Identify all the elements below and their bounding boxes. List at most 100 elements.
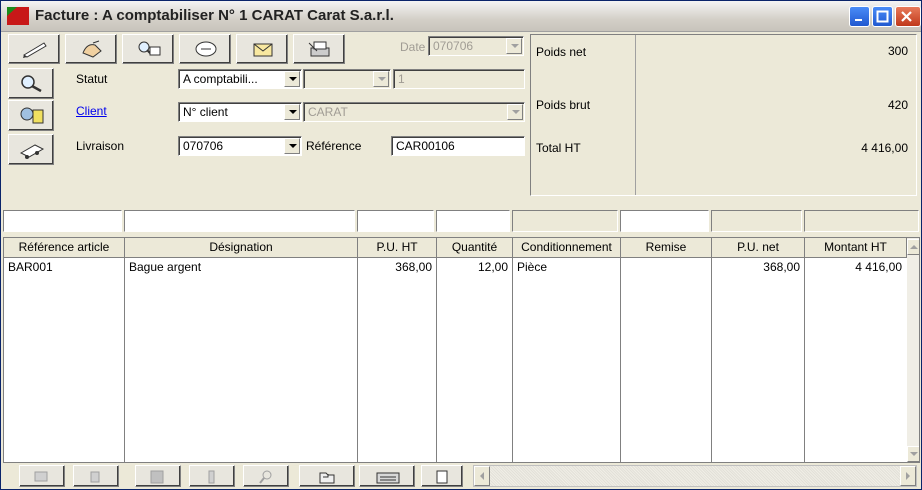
statut-search-button[interactable] (8, 68, 54, 99)
maximize-button[interactable] (872, 6, 893, 27)
column-divider (124, 258, 125, 462)
filter-pu-ht-input[interactable] (357, 210, 434, 232)
window-title: Facture : A comptabiliser N° 1 CARAT Car… (35, 7, 394, 24)
cell-pu-ht: 368,00 (395, 260, 432, 274)
livraison-select[interactable]: 070706 (178, 136, 302, 156)
scroll-right-button[interactable] (900, 466, 916, 486)
cell-conditionnement: Pièce (517, 260, 548, 274)
col-designation-header[interactable]: Désignation (125, 238, 358, 258)
chevron-left-icon (480, 472, 484, 480)
keyboard-icon (376, 472, 400, 484)
col-pu-net-header[interactable]: P.U. net (712, 238, 805, 258)
bottle-button[interactable] (189, 465, 235, 487)
keyboard-button[interactable] (359, 465, 415, 487)
new-document-icon (436, 470, 448, 484)
filter-montant-ht-input (804, 210, 919, 232)
chevron-down-icon[interactable] (284, 138, 300, 154)
vertical-scrollbar[interactable] (907, 238, 919, 462)
send-button[interactable] (236, 34, 288, 64)
app-flag-icon (7, 7, 29, 25)
chevron-down-icon (910, 452, 918, 456)
totals-divider (635, 35, 636, 195)
sign-print-button[interactable] (293, 34, 345, 64)
write-button[interactable] (65, 34, 117, 64)
minimize-button[interactable] (849, 6, 870, 27)
col-quantite-header[interactable]: Quantité (437, 238, 513, 258)
totals-panel: Poids net 300 Poids brut 420 Total HT 4 … (530, 34, 917, 196)
stop-icon (150, 470, 164, 484)
chevron-up-icon (910, 245, 918, 249)
copy-row-icon (34, 471, 48, 482)
filter-reference-input[interactable] (3, 210, 122, 232)
chevron-down-icon[interactable] (284, 71, 300, 87)
column-divider (804, 258, 805, 462)
poids-brut-value: 420 (887, 98, 908, 112)
date-select: 070706 (428, 36, 524, 56)
client-select: CARAT (303, 102, 525, 122)
bottom-toolbar (3, 464, 920, 488)
blank-button[interactable] (73, 465, 119, 487)
column-divider (512, 258, 513, 462)
chevron-down-icon (507, 104, 523, 120)
column-divider (357, 258, 358, 462)
edit-button[interactable] (8, 34, 60, 64)
hand-writing-icon (82, 40, 102, 58)
open-folder-button[interactable] (299, 465, 355, 487)
livraison-button[interactable] (8, 134, 54, 165)
poids-net-label: Poids net (536, 45, 587, 59)
delivery-truck-icon (19, 144, 45, 159)
filter-designation-input[interactable] (124, 210, 355, 232)
col-pu-ht-header[interactable]: P.U. HT (358, 238, 437, 258)
statut-label: Statut (76, 72, 108, 86)
search-button[interactable] (243, 465, 289, 487)
header-form: Date 070706 Statut A comptabili... 1 Cli… (3, 34, 531, 202)
livraison-label: Livraison (76, 139, 125, 153)
bottle-icon (208, 470, 215, 484)
reference-input[interactable]: CAR00106 (391, 136, 525, 156)
chevron-right-icon (906, 472, 910, 480)
col-conditionnement-header[interactable]: Conditionnement (513, 238, 621, 258)
chevron-down-icon[interactable] (284, 104, 300, 120)
magnifier-icon (21, 75, 42, 93)
scroll-left-button[interactable] (474, 466, 490, 486)
client-link[interactable]: Client (76, 104, 107, 118)
chevron-down-icon (373, 71, 389, 87)
reference-label: Référence (306, 139, 362, 153)
new-document-button[interactable] (421, 465, 463, 487)
erase-button[interactable] (179, 34, 231, 64)
lines-table: Référence article Désignation P.U. HT Qu… (3, 237, 920, 463)
statut-select[interactable]: A comptabili... (178, 69, 302, 89)
blank-icon (90, 471, 100, 483)
chevron-down-icon (506, 38, 522, 54)
col-montant-ht-header[interactable]: Montant HT (805, 238, 907, 258)
eraser-icon (195, 41, 217, 57)
client-button[interactable] (8, 100, 54, 131)
filter-row (3, 210, 919, 232)
column-divider (620, 258, 621, 462)
scroll-down-button[interactable] (907, 446, 919, 462)
preview-button[interactable] (122, 34, 174, 64)
col-remise-header[interactable]: Remise (621, 238, 712, 258)
filter-remise-input[interactable] (620, 210, 709, 232)
statut-sub-select (303, 69, 391, 89)
client-type-select[interactable]: N° client (178, 102, 302, 122)
horizontal-scrollbar[interactable] (473, 465, 917, 487)
magnifier-print-icon (138, 41, 161, 56)
poids-net-value: 300 (887, 44, 908, 58)
filter-conditionnement-input (512, 210, 618, 232)
date-label: Date (400, 40, 426, 54)
invoice-window: Facture : A comptabiliser N° 1 CARAT Car… (0, 0, 922, 490)
scroll-up-button[interactable] (907, 239, 919, 255)
title-bar[interactable]: Facture : A comptabiliser N° 1 CARAT Car… (1, 1, 921, 32)
col-reference-header[interactable]: Référence article (4, 238, 125, 258)
client-search-icon (20, 107, 44, 124)
filter-quantite-input[interactable] (436, 210, 510, 232)
poids-brut-label: Poids brut (536, 98, 591, 112)
total-ht-label: Total HT (536, 141, 581, 155)
close-button[interactable] (895, 6, 921, 27)
copy-row-button[interactable] (19, 465, 65, 487)
cell-montant-ht: 4 416,00 (855, 260, 902, 274)
total-ht-value: 4 416,00 (861, 141, 908, 155)
stop-button[interactable] (135, 465, 181, 487)
pencil-edit-icon (23, 42, 47, 58)
